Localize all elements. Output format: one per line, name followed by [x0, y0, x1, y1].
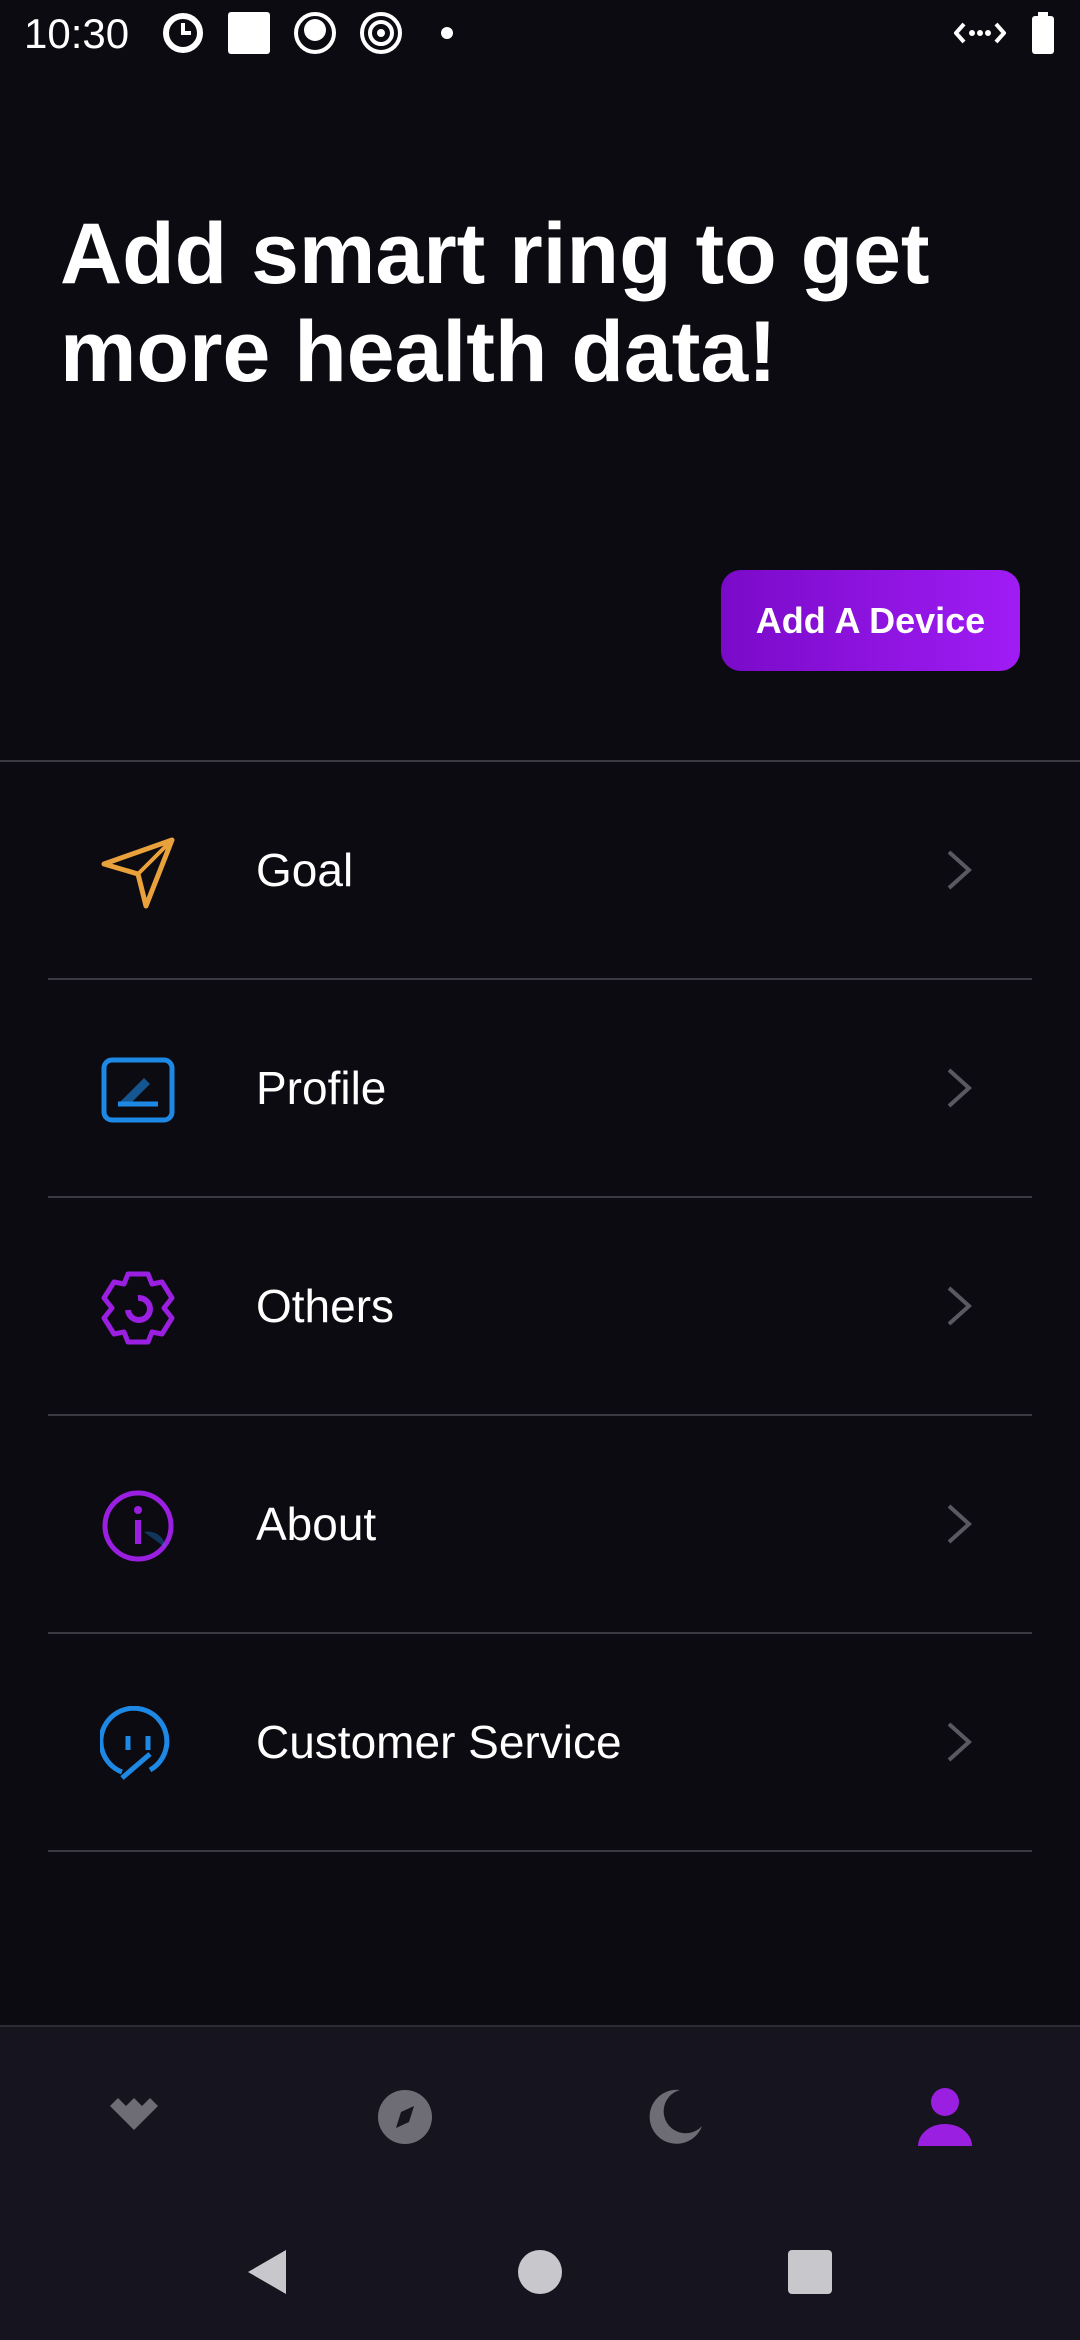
- clock-moon-icon: [163, 13, 203, 53]
- home-icon[interactable]: [510, 2242, 570, 2302]
- chevron-right-icon: [947, 1068, 972, 1108]
- target-icon: [360, 12, 402, 54]
- explore-icon[interactable]: [370, 2082, 440, 2152]
- menu-item-others[interactable]: Others: [48, 1198, 1032, 1416]
- chat-support-icon: [100, 1706, 170, 1780]
- chevron-right-icon: [947, 1722, 972, 1762]
- dashboard-icon[interactable]: [100, 2082, 170, 2152]
- info-icon: [102, 1490, 174, 1562]
- chevron-right-icon: [947, 850, 972, 890]
- back-icon[interactable]: [238, 2242, 298, 2302]
- menu-item-customer-service[interactable]: Customer Service: [48, 1634, 1032, 1852]
- add-device-button[interactable]: Add A Device: [721, 570, 1020, 671]
- system-nav: [0, 2210, 1080, 2340]
- bottom-nav: [0, 2025, 1080, 2212]
- gear-icon: [101, 1271, 175, 1345]
- circle-dot-icon: [294, 12, 336, 54]
- battery-icon: [1032, 12, 1054, 54]
- dot-icon: [441, 27, 453, 39]
- menu-label: Goal: [256, 844, 354, 896]
- settings-menu: Goal Profile Others About Customer Servi…: [0, 762, 1080, 1852]
- menu-item-about[interactable]: About: [48, 1416, 1032, 1634]
- chevron-right-icon: [947, 1504, 972, 1544]
- profile-edit-icon: [101, 1057, 175, 1123]
- menu-label: Customer Service: [256, 1716, 622, 1768]
- menu-label: Others: [256, 1280, 395, 1332]
- network-icon: [954, 22, 1006, 44]
- menu-label: Profile: [256, 1062, 387, 1114]
- profile-icon[interactable]: [910, 2082, 980, 2152]
- status-notifications: [160, 10, 470, 56]
- page-title: Add smart ring to get more health data!: [60, 206, 930, 400]
- status-bar: 10:30: [0, 0, 1080, 72]
- recents-icon[interactable]: [780, 2242, 840, 2302]
- status-system-icons: [954, 10, 1056, 56]
- menu-item-profile[interactable]: Profile: [48, 980, 1032, 1198]
- status-time: 10:30: [24, 10, 130, 57]
- menu-item-goal[interactable]: Goal: [48, 762, 1032, 980]
- square-icon: [228, 12, 270, 54]
- paper-plane-icon: [101, 837, 175, 909]
- chevron-right-icon: [947, 1286, 972, 1326]
- menu-label: About: [256, 1498, 377, 1550]
- sleep-icon[interactable]: [640, 2082, 710, 2152]
